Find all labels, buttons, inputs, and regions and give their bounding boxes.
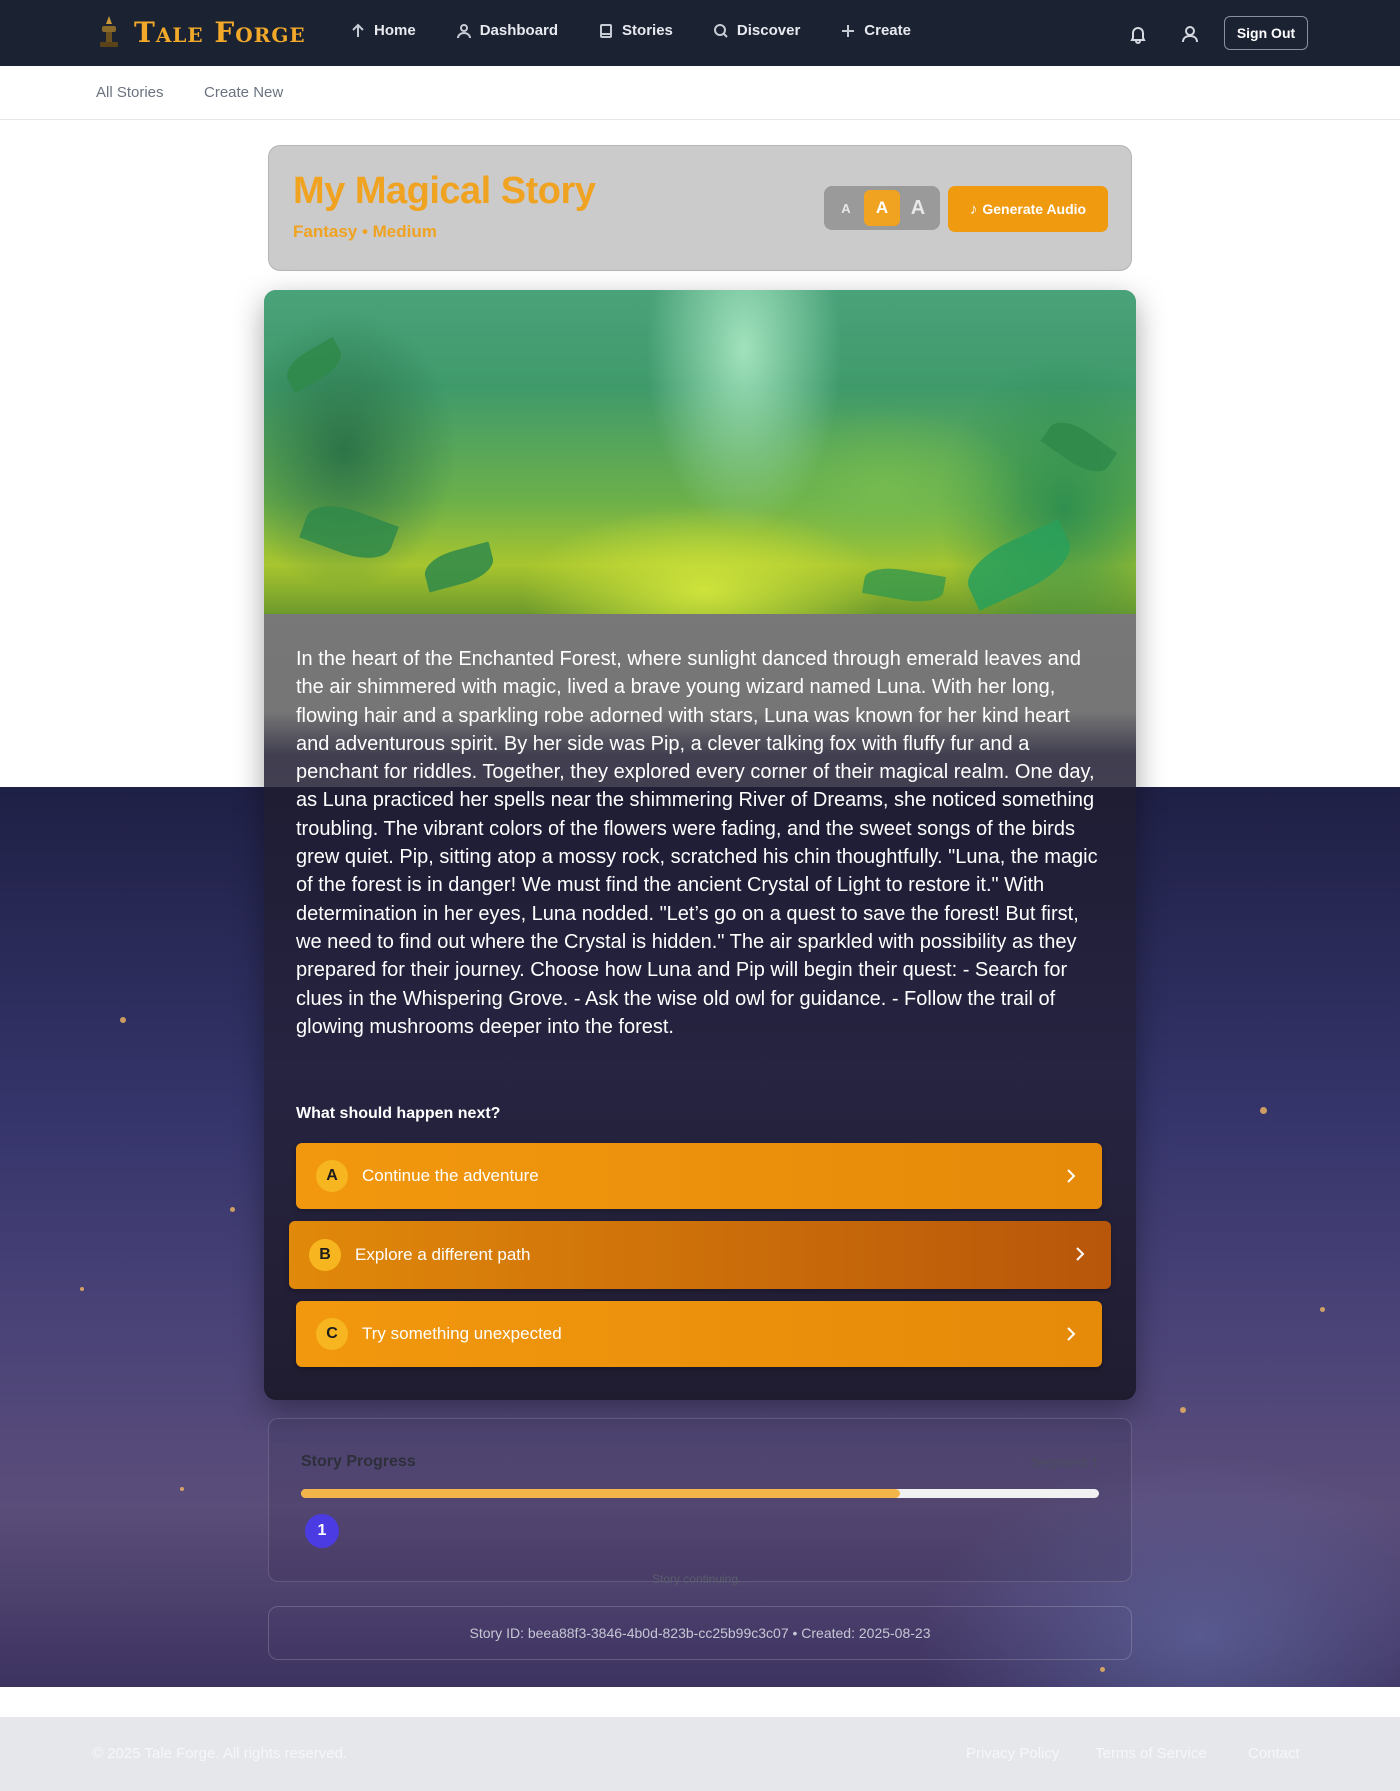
nav-stories[interactable]: Stories (598, 22, 673, 39)
story-illustration (264, 290, 1136, 614)
choice-a-label: Continue the adventure (362, 1166, 539, 1185)
story-progress-card: Story Progress Segment 1 Story continuin… (268, 1418, 1132, 1586)
terms-of-service-link[interactable]: Terms of Service (1095, 1745, 1207, 1762)
anvil-logo-icon (100, 16, 118, 47)
generate-audio-label: Generate Audio (982, 201, 1087, 217)
choice-b-label: Explore a different path (355, 1245, 531, 1264)
next-question-label: What should happen next? (296, 1105, 501, 1122)
book-icon (600, 23, 613, 38)
progress-status: Story continuing... (651, 1572, 749, 1586)
choice-b-button[interactable]: B Explore a different path (289, 1221, 1111, 1289)
story-header-card: My Magical Story Fantasy • Medium A A A … (268, 145, 1132, 271)
progress-bar: Story continuing... (301, 1489, 1099, 1586)
brand-name: Tale Forge (134, 15, 306, 49)
nav-create[interactable]: Create (840, 22, 911, 39)
create-new-link[interactable]: Create New (204, 84, 283, 101)
music-note-icon: ♪ (969, 200, 978, 218)
search-icon (713, 23, 728, 38)
user-icon (456, 23, 471, 38)
chevron-right-icon (1067, 1327, 1076, 1341)
story-card: In the heart of the Enchanted Forest, wh… (264, 290, 1136, 1400)
story-text: In the heart of the Enchanted Forest, wh… (296, 648, 1098, 1038)
font-size-large-button[interactable]: A (900, 190, 936, 226)
nav-create-label: Create (864, 22, 911, 39)
profile-icon[interactable] (1180, 24, 1200, 44)
progress-segment-label: Segment 1 (1031, 1454, 1099, 1470)
sub-navbar: All Stories Create New (0, 66, 1400, 120)
top-navbar: Tale Forge Home Dashboard Stories Discov… (0, 0, 1400, 66)
choice-a-badge: A (316, 1160, 348, 1192)
footer: © 2025 Tale Forge. All rights reserved. … (0, 1717, 1400, 1791)
plus-icon (842, 24, 855, 37)
font-size-small-button[interactable]: A (828, 190, 864, 226)
choice-a-button[interactable]: A Continue the adventure (296, 1143, 1102, 1209)
nav-discover[interactable]: Discover (713, 22, 800, 39)
choice-c-button[interactable]: C Try something unexpected (296, 1301, 1102, 1367)
choice-c-label: Try something unexpected (362, 1324, 562, 1343)
arrow-up-icon (352, 23, 364, 37)
generate-audio-button[interactable]: ♪ Generate Audio (948, 186, 1108, 232)
segment-marker[interactable]: 1 (305, 1514, 339, 1548)
sign-out-button[interactable]: Sign Out (1224, 16, 1308, 50)
contact-link[interactable]: Contact (1248, 1745, 1300, 1762)
nav-discover-label: Discover (736, 22, 801, 39)
progress-title: Story Progress (301, 1453, 416, 1470)
choice-b-badge: B (309, 1239, 341, 1271)
story-title: My Magical Story (293, 170, 596, 212)
copyright-text: © 2025 Tale Forge. All rights reserved. (92, 1745, 348, 1762)
nav-dashboard-label: Dashboard (479, 22, 559, 39)
story-info: Story ID: beea88f3-3846-4b0d-823b-cc25b9… (268, 1606, 1132, 1660)
all-stories-link[interactable]: All Stories (96, 84, 164, 101)
choice-c-badge: C (316, 1318, 348, 1350)
progress-bar-fill (301, 1489, 900, 1498)
nav-home-label: Home (374, 22, 416, 39)
chevron-right-icon (1067, 1169, 1076, 1183)
privacy-policy-link[interactable]: Privacy Policy (966, 1745, 1059, 1762)
nav-stories-label: Stories (622, 22, 673, 39)
font-size-toggle: A A A (824, 186, 940, 230)
chevron-right-icon (1076, 1247, 1085, 1261)
bell-icon[interactable] (1128, 24, 1148, 44)
font-size-medium-button[interactable]: A (864, 190, 900, 226)
nav-home[interactable]: Home (350, 22, 416, 39)
brand-logo[interactable]: Tale Forge (96, 14, 306, 50)
nav-dashboard[interactable]: Dashboard (456, 22, 558, 39)
story-meta: Fantasy • Medium (293, 222, 437, 241)
